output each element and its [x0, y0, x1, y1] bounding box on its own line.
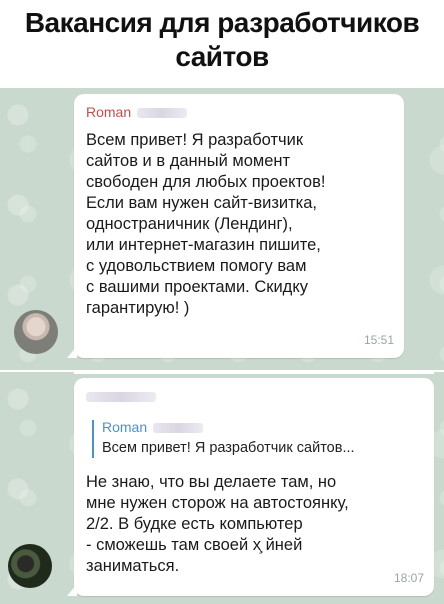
- meme-headline: Вакансия для разработчиков сайтов: [24, 7, 420, 72]
- sender-name[interactable]: Roman: [86, 104, 188, 120]
- message-time: 15:51: [363, 333, 394, 347]
- message-bubble-2[interactable]: Roman Всем привет! Я разработчик сайтов.…: [67, 378, 434, 596]
- reply-sender-text[interactable]: Roman: [102, 419, 147, 435]
- blurred-surname: [153, 423, 204, 434]
- reply-sender[interactable]: Roman: [102, 419, 204, 435]
- reply-quote[interactable]: Всем привет! Я разработчик сайтов...: [102, 439, 422, 457]
- message-text: Не знаю, что вы делаете там, но мне нуже…: [86, 473, 349, 575]
- sender-name-blurred[interactable]: [86, 388, 156, 404]
- message-bubble-1[interactable]: Roman Всем привет! Я разработчик сайтов …: [67, 94, 404, 358]
- user-avatar-icon[interactable]: [8, 544, 52, 588]
- bubble-tail: [67, 346, 77, 358]
- sender-name-text[interactable]: Roman: [86, 104, 131, 120]
- reply-accent-bar: [92, 420, 94, 458]
- message-time: 18:07: [393, 571, 424, 585]
- blurred-sender-name: [86, 392, 156, 403]
- bubble-tail: [67, 584, 77, 596]
- blurred-surname: [137, 108, 188, 119]
- previous-bubble-edge: [74, 372, 434, 374]
- chat-panel-top: Roman Всем привет! Я разработчик сайтов …: [0, 88, 444, 370]
- message-text: Всем привет! Я разработчик сайтов и в да…: [86, 131, 326, 317]
- user-avatar-icon[interactable]: [14, 310, 58, 354]
- chat-panel-bottom: Roman Всем привет! Я разработчик сайтов.…: [0, 372, 444, 604]
